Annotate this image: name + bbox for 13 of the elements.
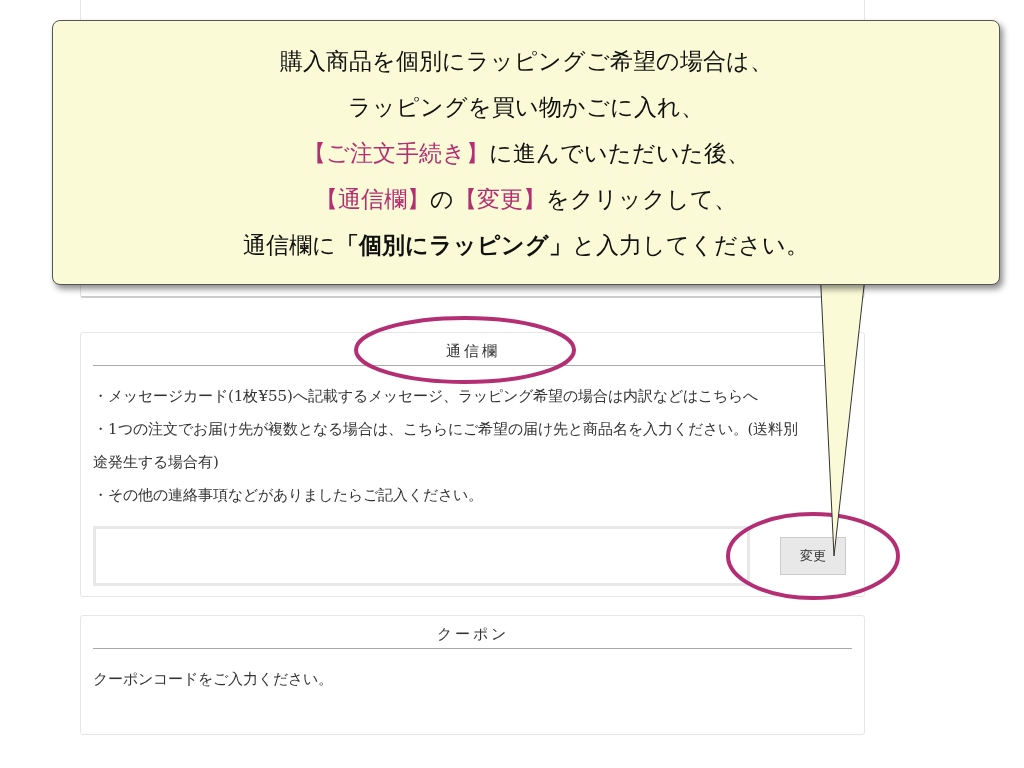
- callout-text: ラッピングを買い物かごに入れ、: [348, 92, 704, 122]
- callout-text: 【通信欄】の【変更】をクリックして、: [315, 184, 737, 214]
- coupon-instruction: クーポンコードをご入力ください。: [93, 669, 334, 690]
- section-heading: 通信欄: [445, 342, 500, 360]
- section-heading: クーポン: [436, 625, 509, 643]
- callout-text: 購入商品を個別にラッピングご希望の場合は、: [279, 46, 773, 76]
- note-text: ・1つの注文でお届け先が複数となる場合は、こちらにご希望の届け先と商品名を入力ください。(送料別途発生する場合有): [93, 419, 800, 473]
- callout-text: 通信欄に「個別にラッピング」と入力してください。: [243, 230, 809, 260]
- change-button[interactable]: 変更: [780, 537, 846, 575]
- note-text: ・メッセージカード(1枚¥55)へ記載するメッセージ、ラッピング希望の場合は内訳などはこちらへ: [93, 386, 759, 407]
- message-field[interactable]: [93, 526, 750, 586]
- note-text: ・その他の連絡事項などがありましたらご記入ください。: [93, 485, 484, 506]
- callout-text: 【ご注文手続き】に進んでいただいた後、: [302, 138, 750, 168]
